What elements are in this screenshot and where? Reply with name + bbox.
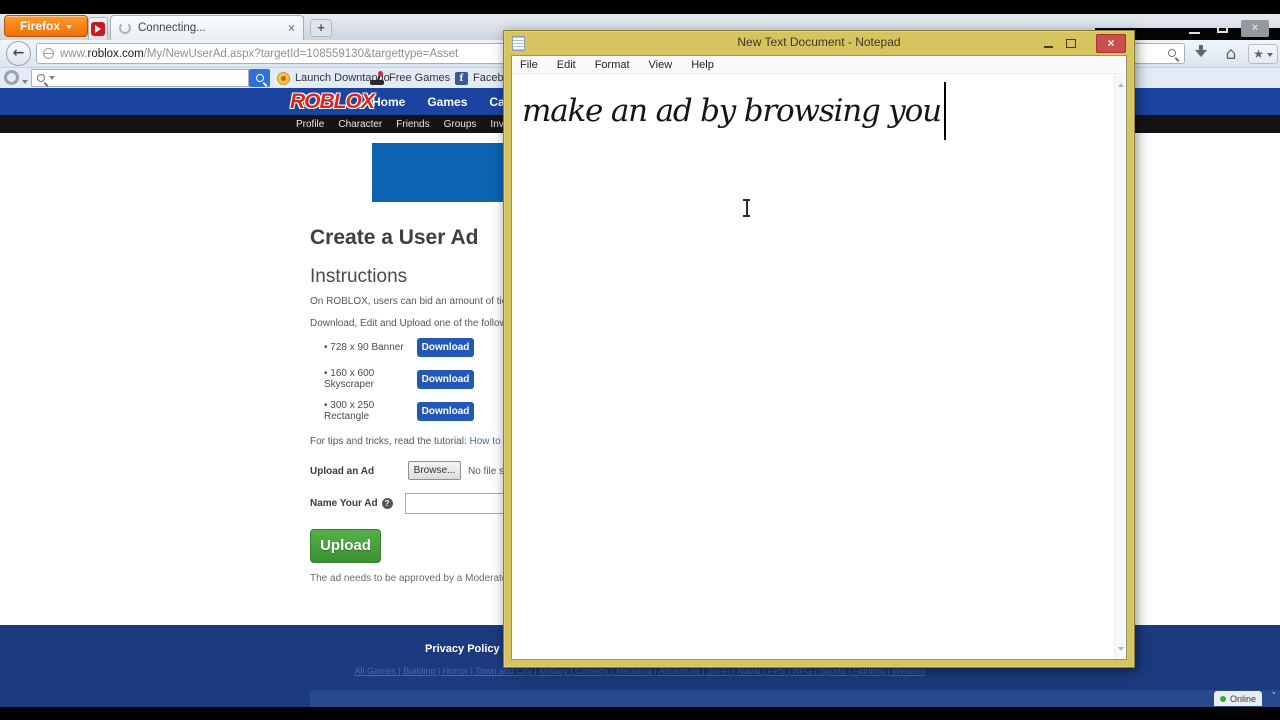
tab-close-icon[interactable]: × [288,22,295,34]
downloads-button[interactable] [1190,44,1212,64]
menu-edit[interactable]: Edit [557,59,576,71]
chevron-down-icon [49,76,55,83]
url-path: /My/NewUserAd.aspx?targetId=108559130&ta… [144,48,459,60]
chevron-down-icon [66,25,72,32]
name-your-ad-label: Name Your Ad ? [310,498,393,509]
notepad-scrollbar[interactable] [1114,75,1126,659]
menu-file[interactable]: File [520,59,538,71]
chevron-down-icon[interactable] [22,80,28,87]
download-button[interactable]: Download [417,338,474,357]
home-icon: ⌂ [1226,44,1237,64]
new-tab-button[interactable]: + [310,19,332,37]
home-button[interactable]: ⌂ [1220,44,1242,64]
back-button[interactable]: ← [6,41,31,66]
notepad-text: make an ad by browsing you [522,77,941,145]
secondary-search-input[interactable] [31,69,249,87]
bookmarks-button[interactable]: ★ [1248,44,1278,64]
tips-line: For tips and tricks, read the tutorial: … [310,436,535,447]
menu-help[interactable]: Help [691,59,714,71]
page-title: Create a User Ad [310,226,478,250]
size-label: • 160 x 600 Skyscraper [324,368,417,390]
url-domain: roblox.com [87,48,143,60]
notepad-close-button[interactable]: × [1096,34,1126,53]
nav-games[interactable]: Games [427,95,467,109]
help-icon[interactable]: ? [382,498,393,509]
screen: Firefox Connecting... × + × ← www.roblox… [0,0,1280,720]
window-close-button[interactable]: × [1241,20,1269,37]
upload-an-ad-label: Upload an Ad [310,466,374,477]
youtube-icon [91,22,105,36]
downtango-icon [277,72,290,85]
notepad-titlebar[interactable]: New Text Document - Notepad × [504,31,1134,55]
notepad-text-area[interactable]: make an ad by browsing you [512,75,1126,659]
scroll-down-icon[interactable] [1118,647,1124,654]
footer-links: Privacy Policy | [425,643,506,655]
chevron-down-icon [1267,53,1273,60]
download-arrow-icon [1195,45,1207,63]
pinned-tab-youtube[interactable] [88,17,108,40]
nav-home[interactable]: Home [372,95,405,109]
notepad-text-line: make an ad by browsing you [522,77,946,145]
subnav-character[interactable]: Character [338,119,382,130]
secondary-search-button[interactable] [249,69,270,87]
online-label: Online [1230,694,1256,704]
scroll-up-icon[interactable] [1118,80,1124,87]
tips-text: For tips and tricks, read the tutorial: [310,436,470,447]
search-icon [1168,49,1176,57]
search-icon [37,74,45,82]
site-globe-icon [43,48,54,59]
toolbar-logo-icon[interactable] [4,70,19,85]
notepad-menubar: File Edit Format View Help [512,56,1126,74]
firefox-menu-label: Firefox [20,19,60,33]
menu-format[interactable]: Format [595,59,630,71]
joystick-icon [370,72,384,85]
size-label: • 300 x 250 Rectangle [324,400,417,422]
download-button[interactable]: Download [417,402,474,421]
chat-bar[interactable]: Online ˅ [310,690,1280,707]
instructions-heading: Instructions [310,266,407,288]
text-caret [944,82,946,140]
search-icon [256,74,264,82]
tab-title: Connecting... [138,22,281,34]
chevron-down-icon[interactable]: ˅ [1272,692,1277,702]
window-minimize-button[interactable] [1185,22,1205,36]
notepad-maximize-button[interactable] [1062,36,1080,51]
download-button[interactable]: Download [417,370,474,389]
instructions-paragraph-1: On ROBLOX, users can bid an amount of ti… [310,296,525,307]
firefox-menu-button[interactable]: Firefox [4,15,88,37]
window-maximize-button[interactable] [1213,22,1233,36]
subnav-profile[interactable]: Profile [296,119,324,130]
browse-button[interactable]: Browse... [408,461,461,480]
menu-view[interactable]: View [649,59,673,71]
upload-button[interactable]: Upload [310,529,381,563]
online-dot-icon [1220,696,1226,702]
subnav-groups[interactable]: Groups [444,119,477,130]
privacy-policy-link[interactable]: Privacy Policy [425,643,500,655]
instructions-paragraph-2: Download, Edit and Upload one of the fol… [310,318,520,329]
tab-connecting[interactable]: Connecting... × [110,15,304,40]
star-icon: ★ [1253,47,1264,61]
notepad-minimize-button[interactable] [1040,36,1058,51]
notepad-window: New Text Document - Notepad × File Edit … [503,30,1135,668]
url-www: www. [60,48,87,60]
subnav-friends[interactable]: Friends [396,119,429,130]
bookmark-free-games[interactable]: Free Games [370,69,450,87]
online-status-chip[interactable]: Online [1214,691,1262,706]
size-label: • 728 x 90 Banner [324,342,417,353]
notepad-client-area: File Edit Format View Help make an ad by… [511,55,1127,660]
roblox-logo[interactable]: ROBLOX [290,90,374,114]
facebook-icon: f [455,72,468,85]
ibeam-cursor [742,199,751,217]
letterbox-bottom [0,707,1280,720]
bookmark-label: Free Games [389,72,450,84]
loading-spinner-icon [119,22,131,34]
